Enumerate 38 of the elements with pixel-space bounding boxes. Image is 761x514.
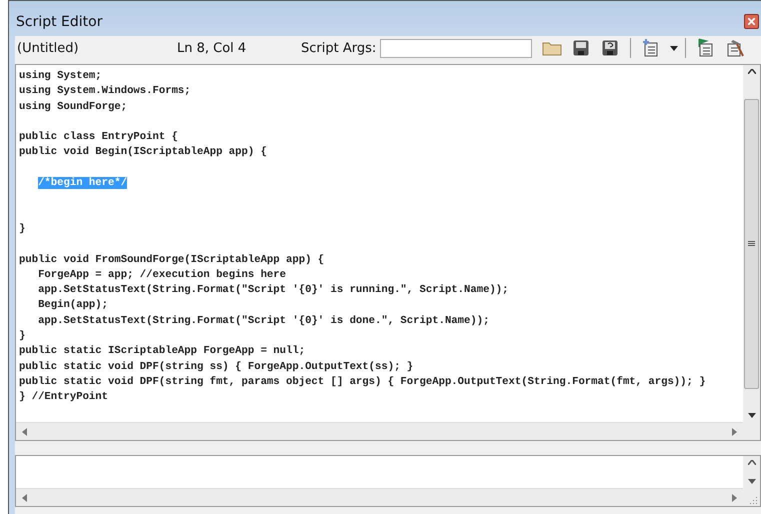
code-line: } [19,329,26,344]
code-editor[interactable] [15,64,761,441]
right-arrow-icon [732,494,737,502]
grip-icon [748,241,755,246]
code-line: public void FromSoundForge(IScriptableApp app) { [19,252,326,268]
left-arrow-icon [22,494,27,502]
code-line: ForgeApp = app; //execution begins here [37,268,288,283]
code-line: public static void DPF(string fmt, params object [] args) { ForgeApp.OutputText(String.Format(fmt, args)); } [19,374,707,390]
floppy-disk-question-icon [602,40,618,56]
output-pane[interactable] [15,455,761,507]
window-title: Script Editor [16,14,102,30]
code-line: } //EntryPoint [19,390,110,406]
code-line: using System.Windows.Forms; [19,84,192,100]
down-arrow-icon [748,413,756,418]
left-arrow-icon [22,428,27,436]
code-line: public class EntryPoint { [19,130,179,146]
code-line: public static void DPF(string ss) { ForgeApp.OutputText(ss); } [19,360,414,375]
code-line: public static IScriptableApp ForgeApp = null; [19,344,306,360]
code-line: using System; [19,69,103,84]
folder-icon [542,40,562,56]
right-arrow-icon [732,428,737,436]
down-arrow-icon [748,479,756,484]
code-line: using SoundForge; [19,100,128,115]
caret-icon [670,46,678,50]
code-line: app.SetStatusText(String.Format("Script '{0}' is running.", Script.Name)); [37,283,510,298]
code-line: } [19,222,26,237]
scrollbar-thumb[interactable] [744,98,759,388]
cursor-position: Ln 8, Col 4 [177,40,248,56]
script-args-label: Script Args: [301,40,376,56]
script-args-field[interactable] [380,38,532,58]
resize-grip-icon [750,496,758,504]
close-icon [748,18,755,25]
file-name: (Untitled) [17,40,80,56]
code-line: public void Begin(IScriptableApp app) { [19,145,268,160]
code-line: Begin(app); [37,298,110,314]
close-button[interactable] [744,14,759,29]
code-line: app.SetStatusText(String.Format("Script '{0}' is done.", Script.Name)); [37,314,490,329]
selected-text: /*begin here*/ [38,177,128,190]
